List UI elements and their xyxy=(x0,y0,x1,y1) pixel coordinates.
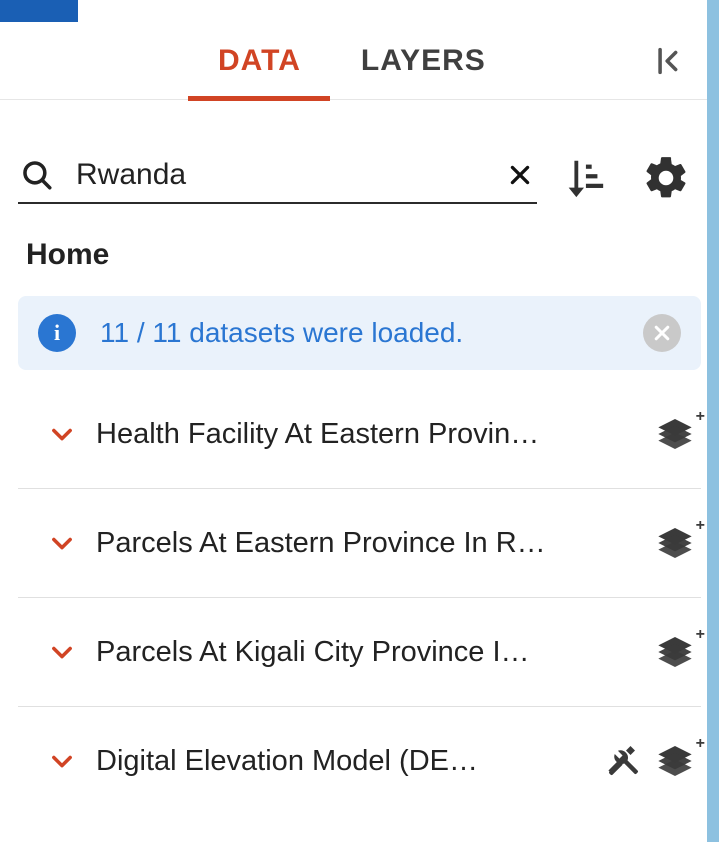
right-rail xyxy=(707,0,719,842)
logo xyxy=(0,0,78,22)
expand-toggle[interactable] xyxy=(48,747,76,775)
expand-toggle[interactable] xyxy=(48,638,76,666)
collapse-panel-button[interactable] xyxy=(647,38,693,84)
plus-icon: + xyxy=(696,735,705,753)
topbar xyxy=(0,0,719,22)
plus-icon: + xyxy=(696,408,705,426)
dataset-row: Parcels At Eastern Province In R… + xyxy=(18,489,701,598)
close-icon xyxy=(507,162,533,188)
chevron-down-icon xyxy=(48,638,76,666)
gear-icon xyxy=(641,153,691,203)
dataset-row: Digital Elevation Model (DE… + xyxy=(18,707,701,815)
collapse-icon xyxy=(653,44,687,78)
tab-layers[interactable]: LAYERS xyxy=(331,22,516,99)
dataset-title[interactable]: Digital Elevation Model (DE… xyxy=(96,745,585,778)
add-layer-button[interactable]: + xyxy=(655,632,695,672)
chevron-down-icon xyxy=(48,420,76,448)
settings-button[interactable] xyxy=(631,153,701,203)
search-box xyxy=(18,152,537,204)
add-layer-button[interactable]: + xyxy=(655,414,695,454)
layers-icon xyxy=(655,523,695,563)
dataset-actions: + xyxy=(605,741,695,781)
add-layer-button[interactable]: + xyxy=(655,523,695,563)
dataset-title[interactable]: Health Facility At Eastern Provin… xyxy=(96,418,635,451)
dataset-row: Health Facility At Eastern Provin… + xyxy=(18,380,701,489)
tab-bar: DATA LAYERS xyxy=(0,22,719,100)
dataset-list: Health Facility At Eastern Provin…+Parce… xyxy=(18,380,701,815)
search-icon xyxy=(20,158,54,192)
breadcrumb[interactable]: Home xyxy=(18,238,701,272)
dataset-actions: + xyxy=(655,632,695,672)
plus-icon: + xyxy=(696,517,705,535)
tools-icon xyxy=(605,743,641,779)
dataset-actions: + xyxy=(655,414,695,454)
dataset-title[interactable]: Parcels At Eastern Province In R… xyxy=(96,527,635,560)
expand-toggle[interactable] xyxy=(48,420,76,448)
sort-icon xyxy=(561,155,607,201)
clear-search-button[interactable] xyxy=(507,162,533,188)
search-row xyxy=(18,152,701,204)
layers-icon xyxy=(655,414,695,454)
chevron-down-icon xyxy=(48,747,76,775)
dataset-row: Parcels At Kigali City Province I… + xyxy=(18,598,701,707)
search-input[interactable] xyxy=(54,158,507,192)
sort-button[interactable] xyxy=(547,155,621,201)
tab-data[interactable]: DATA xyxy=(188,22,331,99)
tools-button[interactable] xyxy=(605,743,641,779)
active-tab-underline xyxy=(188,96,330,101)
dismiss-banner-button[interactable] xyxy=(643,314,681,352)
info-icon: i xyxy=(38,314,76,352)
layers-icon xyxy=(655,741,695,781)
expand-toggle[interactable] xyxy=(48,529,76,557)
plus-icon: + xyxy=(696,626,705,644)
info-banner-text: 11 / 11 datasets were loaded. xyxy=(100,317,619,349)
info-banner: i 11 / 11 datasets were loaded. xyxy=(18,296,701,370)
close-icon xyxy=(652,323,672,343)
content-area: Home i 11 / 11 datasets were loaded. Hea… xyxy=(0,100,719,842)
dataset-actions: + xyxy=(655,523,695,563)
add-layer-button[interactable]: + xyxy=(655,741,695,781)
layers-icon xyxy=(655,632,695,672)
chevron-down-icon xyxy=(48,529,76,557)
dataset-title[interactable]: Parcels At Kigali City Province I… xyxy=(96,636,635,669)
